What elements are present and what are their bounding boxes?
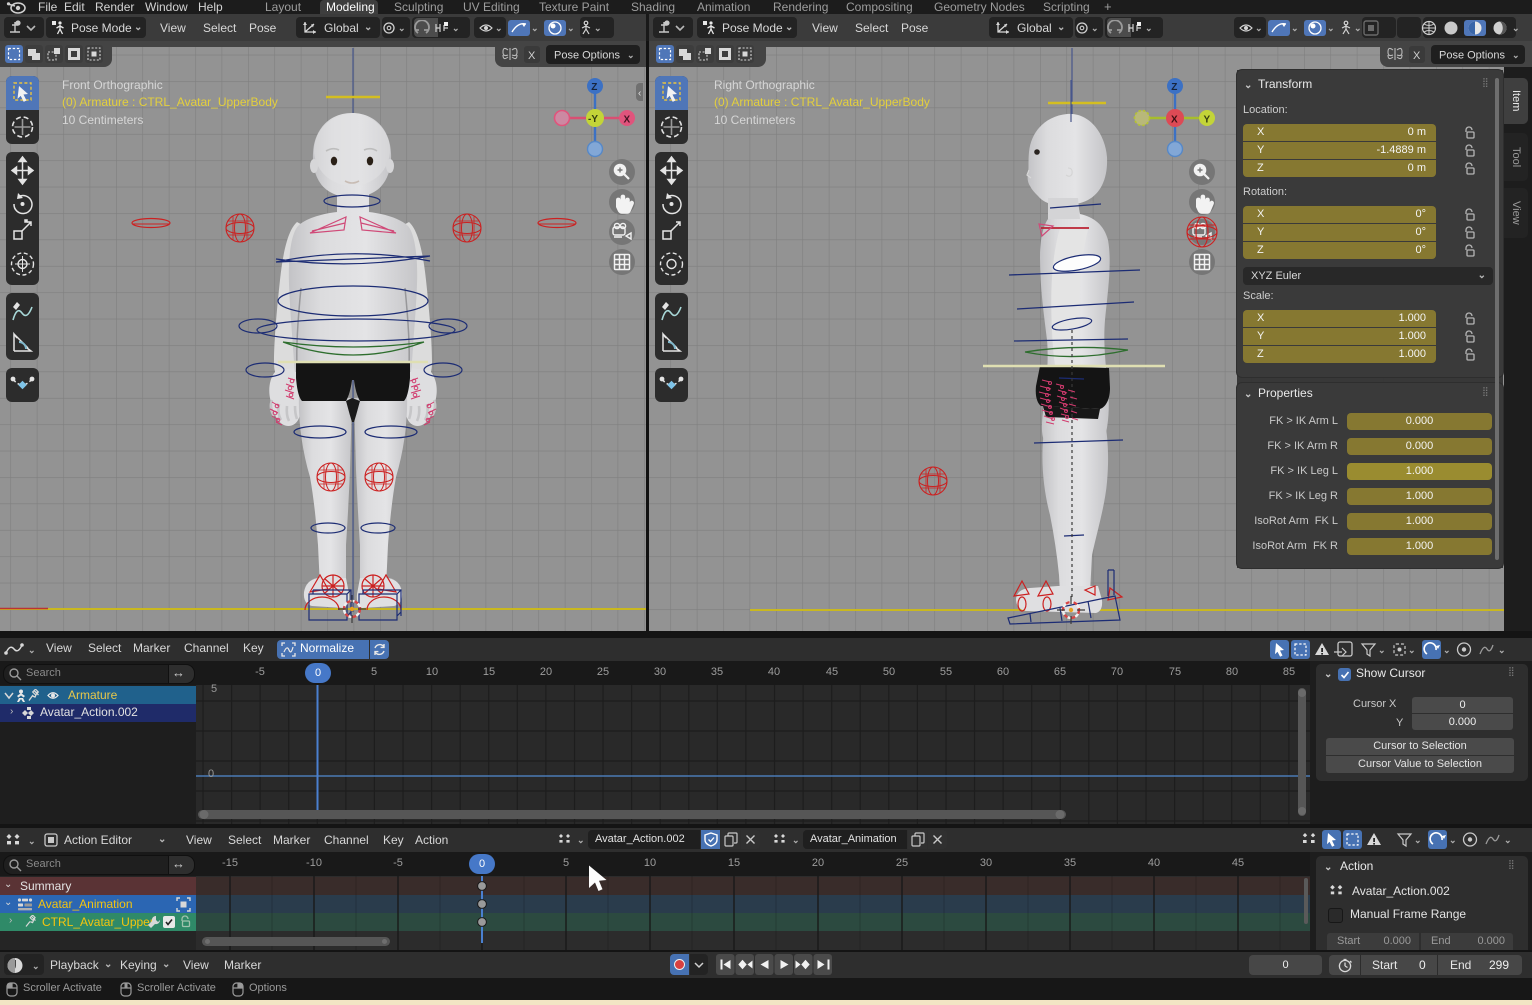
svg-text:⌄: ⌄	[1408, 645, 1416, 655]
svg-text:-Y: -Y	[588, 114, 598, 125]
svg-text:⌄: ⌄	[1255, 23, 1263, 33]
svg-text:⌄: ⌄	[1512, 23, 1520, 33]
svg-text:⌄: ⌄	[398, 23, 406, 33]
svg-text:⌄: ⌄	[567, 23, 575, 33]
svg-text:⌄: ⌄	[1091, 23, 1099, 33]
svg-text:⌄: ⌄	[1145, 23, 1153, 33]
svg-text:⌄: ⌄	[32, 961, 40, 971]
svg-text:⌄: ⌄	[452, 23, 460, 33]
svg-text:⌄: ⌄	[1291, 23, 1299, 33]
svg-text:⌄: ⌄	[1414, 835, 1422, 845]
svg-text:Z: Z	[1171, 82, 1177, 93]
svg-text:⌄: ⌄	[531, 23, 539, 33]
svg-text:Pose Options: Pose Options	[554, 50, 621, 62]
svg-text:X: X	[1413, 50, 1421, 62]
svg-text:⌄: ⌄	[28, 645, 36, 655]
svg-text:⌄: ⌄	[1354, 23, 1362, 33]
svg-text:‹: ‹	[638, 88, 641, 99]
svg-text:Y: Y	[1204, 114, 1211, 125]
svg-text:⌄: ⌄	[594, 23, 602, 33]
svg-text:⌄: ⌄	[1378, 645, 1386, 655]
svg-text:⌄: ⌄	[627, 50, 635, 60]
svg-text:⌄: ⌄	[495, 23, 503, 33]
svg-text:⌄: ⌄	[1512, 50, 1520, 60]
svg-text:⌄: ⌄	[1327, 23, 1335, 33]
svg-text:Pose Options: Pose Options	[1439, 50, 1506, 62]
svg-text:X: X	[1171, 114, 1178, 125]
svg-text:⌄: ⌄	[792, 835, 800, 845]
svg-text:⌄: ⌄	[28, 836, 36, 846]
svg-text:Z: Z	[591, 82, 597, 93]
svg-text:X: X	[624, 114, 631, 125]
svg-text:⌄: ⌄	[1504, 835, 1512, 845]
svg-text:⌄: ⌄	[1449, 835, 1457, 845]
svg-text:⌄: ⌄	[1498, 645, 1506, 655]
svg-text:⌄: ⌄	[577, 835, 585, 845]
svg-text:X: X	[528, 50, 536, 62]
svg-text:⌄: ⌄	[1443, 645, 1451, 655]
